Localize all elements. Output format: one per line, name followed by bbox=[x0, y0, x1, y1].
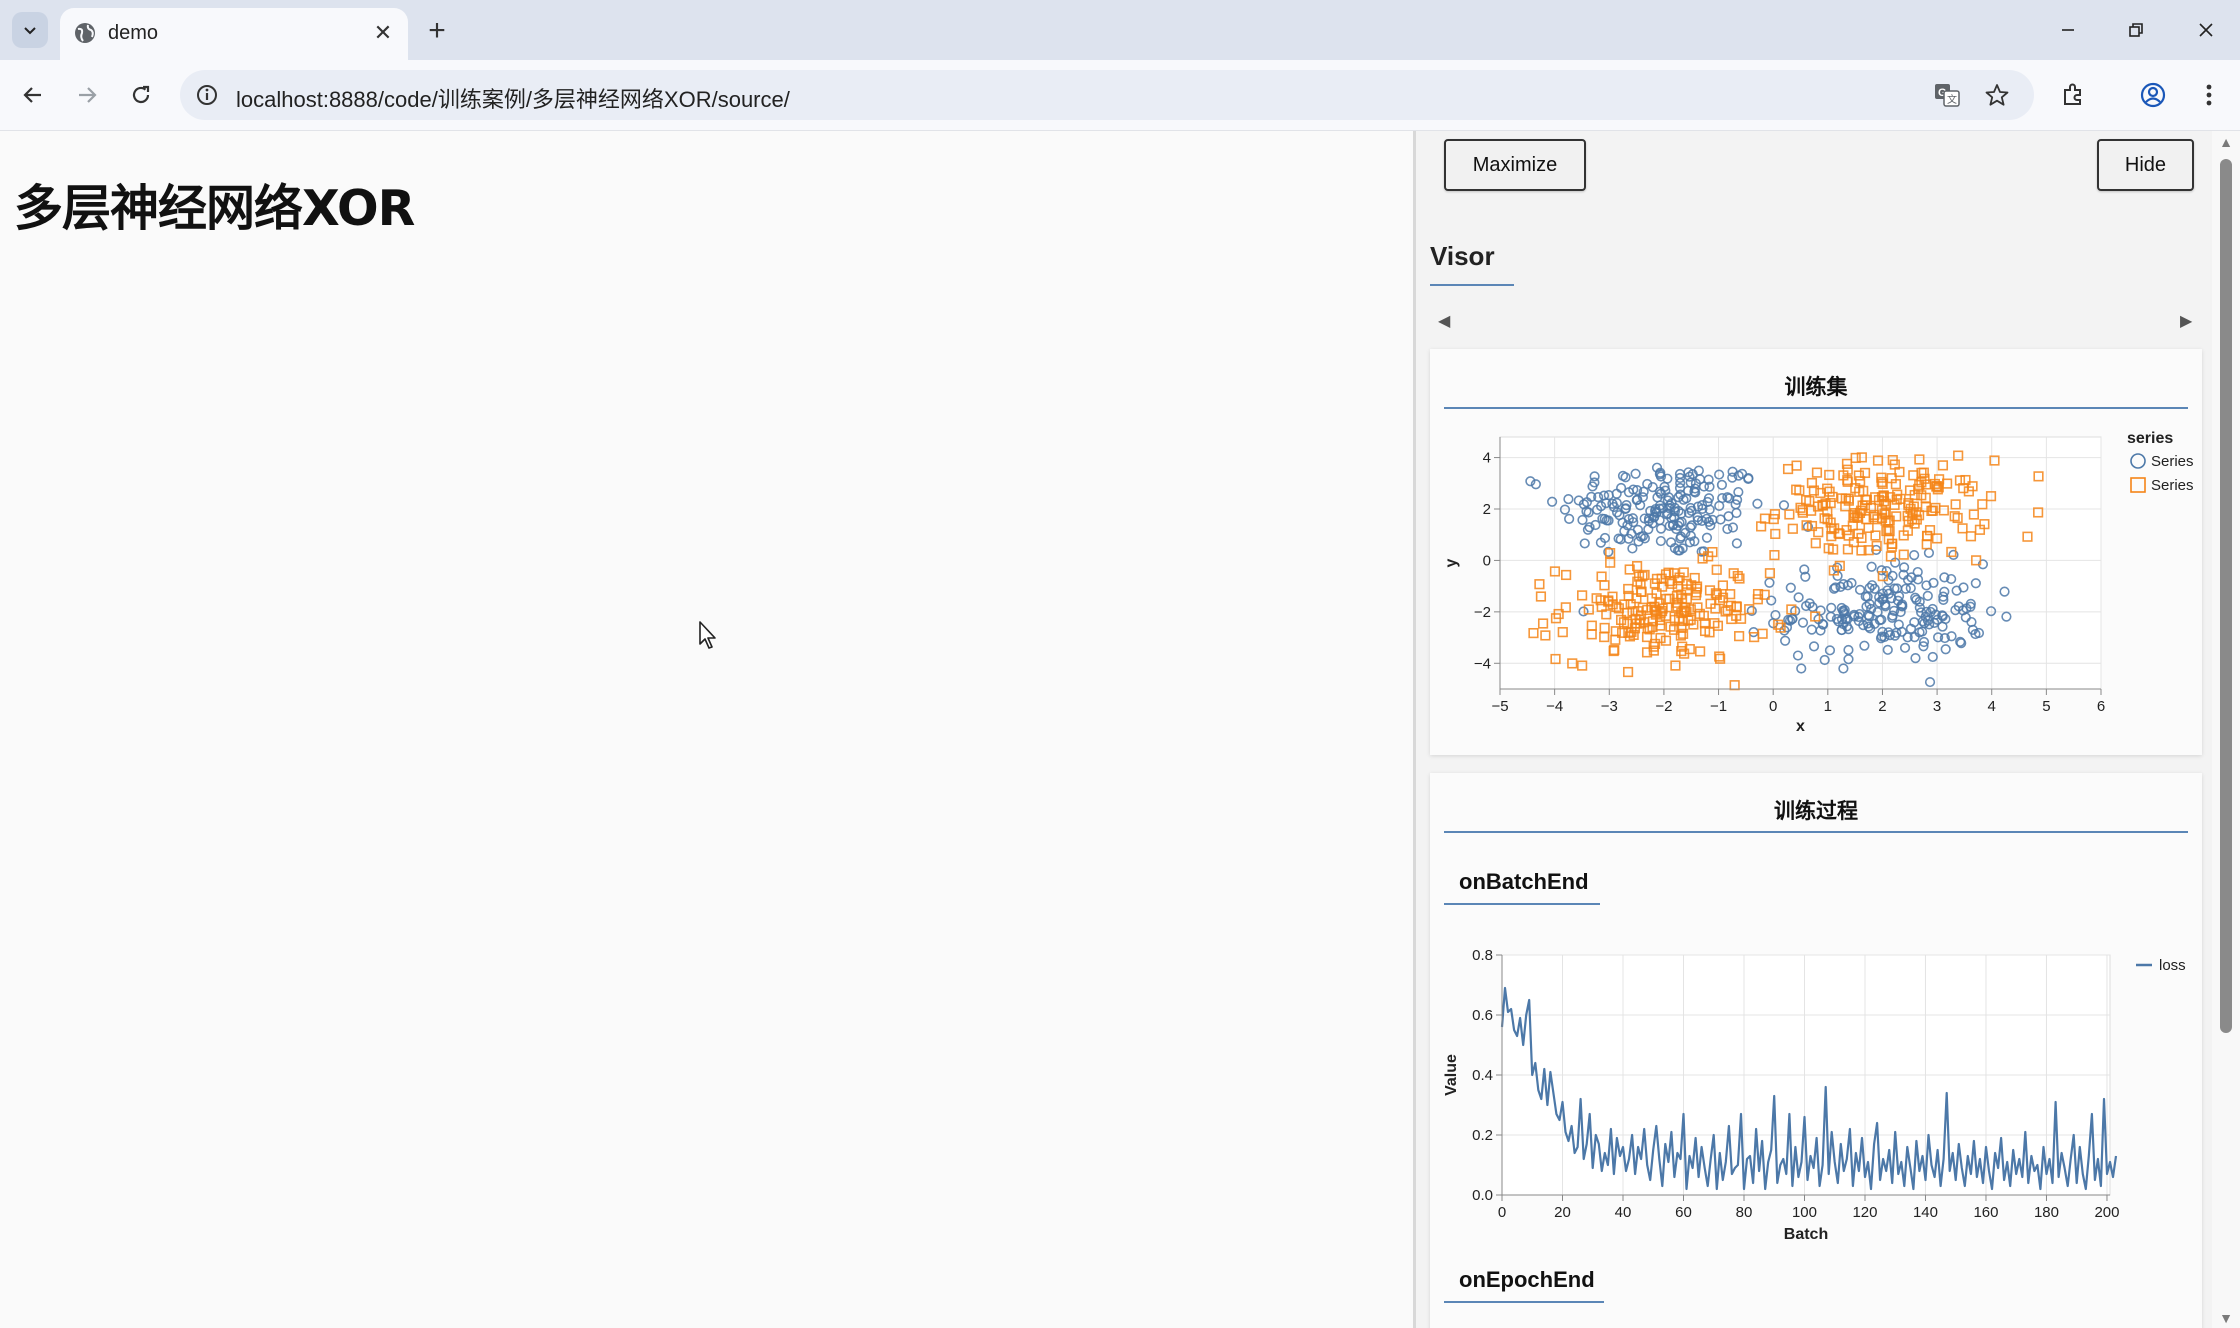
legend-title: series bbox=[2127, 430, 2173, 447]
tab-scroll-right-icon[interactable]: ▶ bbox=[2180, 311, 2192, 331]
x-tick-label: 6 bbox=[2097, 698, 2105, 715]
x-tick-label: 0 bbox=[1498, 1204, 1506, 1221]
scrollbar-thumb[interactable] bbox=[2220, 159, 2232, 1033]
extensions-icon[interactable] bbox=[2054, 76, 2092, 114]
browser-tab-demo[interactable]: demo ✕ bbox=[60, 8, 408, 60]
legend-symbol-square bbox=[2130, 477, 2146, 493]
url-text[interactable]: localhost:8888/code/训练案例/多层神经网络XOR/sourc… bbox=[236, 82, 790, 114]
page-content: 多层神经网络XOR bbox=[0, 131, 1412, 1328]
onbatchend-label: onBatchEnd bbox=[1459, 869, 1589, 894]
x-tick-label: 20 bbox=[1554, 1204, 1571, 1221]
translate-icon[interactable]: G文 bbox=[1932, 80, 1962, 110]
hide-button[interactable]: Hide bbox=[2097, 139, 2194, 191]
page-scrollbar[interactable]: ▲ ▼ bbox=[2212, 131, 2240, 1328]
legend-symbol-circle bbox=[2130, 453, 2146, 469]
close-window-button[interactable] bbox=[2178, 10, 2234, 50]
legend-label: Series bbox=[2151, 453, 2194, 470]
visor-tab-name[interactable]: Visor bbox=[1430, 241, 1495, 272]
x-tick-label: −3 bbox=[1601, 698, 1618, 715]
onepochend-label: onEpochEnd bbox=[1459, 1267, 1595, 1292]
y-axis-title: y bbox=[1443, 558, 1460, 567]
x-tick-label: 120 bbox=[1852, 1204, 1877, 1221]
scroll-up-icon[interactable]: ▲ bbox=[2218, 135, 2234, 149]
y-tick-label: −2 bbox=[1474, 604, 1491, 621]
arrow-left-icon bbox=[23, 87, 41, 103]
x-tick-label: 0 bbox=[1769, 698, 1777, 715]
x-tick-label: 5 bbox=[2042, 698, 2050, 715]
bookmark-star-icon[interactable] bbox=[1982, 80, 2012, 110]
profile-avatar-icon[interactable] bbox=[2134, 76, 2172, 114]
browser-toolbar: localhost:8888/code/训练案例/多层神经网络XOR/sourc… bbox=[0, 60, 2240, 131]
y-tick-label: 4 bbox=[1483, 450, 1491, 467]
reload-icon bbox=[132, 85, 150, 104]
browser-menu-icon[interactable] bbox=[2190, 76, 2228, 114]
x-axis-title: Batch bbox=[1784, 1226, 1828, 1243]
x-tick-label: 80 bbox=[1736, 1204, 1753, 1221]
y-tick-label: 0.4 bbox=[1472, 1067, 1493, 1084]
visor-panel: Maximize Hide Visor ◀ ▶ 训练集 −5 −4 −3 −2 −1 0 1… bbox=[1413, 131, 2214, 1328]
x-tick-label: 40 bbox=[1615, 1204, 1632, 1221]
info-icon[interactable] bbox=[194, 82, 220, 108]
arrow-right-icon bbox=[79, 87, 97, 103]
mouse-cursor-icon bbox=[699, 621, 716, 649]
y-tick-label: 0.8 bbox=[1472, 947, 1493, 964]
onepochend-underline bbox=[1444, 1301, 1604, 1303]
forward-button[interactable] bbox=[68, 76, 106, 114]
surface-training-set: 训练集 −5 −4 −3 −2 −1 0 1 2 3 4 5 6 −4 −2 0 2 4 x y series Seri… bbox=[1430, 349, 2202, 755]
address-bar[interactable]: localhost:8888/code/训练案例/多层神经网络XOR/sourc… bbox=[180, 70, 2034, 120]
x-tick-label: −5 bbox=[1491, 698, 1508, 715]
y-tick-label: 0 bbox=[1483, 552, 1491, 569]
browser-tab-bar: demo ✕ + bbox=[0, 0, 2240, 60]
back-button[interactable] bbox=[14, 76, 52, 114]
y-tick-label: 0.2 bbox=[1472, 1127, 1493, 1144]
x-tick-label: 200 bbox=[2094, 1204, 2119, 1221]
x-axis-title: x bbox=[1796, 718, 1805, 735]
x-tick-label: 160 bbox=[1973, 1204, 1998, 1221]
y-tick-label: 0.0 bbox=[1472, 1187, 1493, 1204]
minimize-icon bbox=[2062, 29, 2074, 31]
surface-training-process: 训练过程 onBatchEnd 0 20 40 60 80 100 120 140 160 180… bbox=[1430, 773, 2202, 1328]
surface-title-underline bbox=[1444, 831, 2188, 833]
x-tick-label: 2 bbox=[1878, 698, 1886, 715]
surface-title: 训练过程 bbox=[1774, 800, 1858, 823]
y-tick-label: 2 bbox=[1483, 501, 1491, 518]
tab-search-dropdown-button[interactable] bbox=[12, 12, 48, 48]
loss-line-chart: 0 20 40 60 80 100 120 140 160 180 200 0.0 0.2 0.4 0.6 0… bbox=[1443, 947, 2186, 1243]
x-tick-label: 180 bbox=[2034, 1204, 2059, 1221]
legend-label: Series bbox=[2151, 477, 2194, 494]
x-tick-label: 60 bbox=[1675, 1204, 1692, 1221]
svg-text:文: 文 bbox=[1947, 93, 1957, 106]
globe-icon bbox=[75, 23, 95, 43]
x-tick-label: 1 bbox=[1824, 698, 1832, 715]
tab-close-icon[interactable]: ✕ bbox=[370, 20, 396, 46]
x-tick-label: 3 bbox=[1933, 698, 1941, 715]
x-tick-label: 4 bbox=[1988, 698, 1996, 715]
maximize-button[interactable]: Maximize bbox=[1444, 139, 1586, 191]
page-title: 多层神经网络XOR bbox=[14, 180, 415, 237]
visor-tab-underline bbox=[1430, 284, 1514, 286]
close-icon bbox=[2199, 23, 2213, 37]
restore-window-button[interactable] bbox=[2108, 10, 2164, 50]
minimize-window-button[interactable] bbox=[2040, 10, 2096, 50]
x-tick-label: −4 bbox=[1546, 698, 1563, 715]
legend-label: loss bbox=[2159, 957, 2186, 974]
tab-scroll-left-icon[interactable]: ◀ bbox=[1438, 311, 1450, 331]
new-tab-button[interactable]: + bbox=[420, 14, 454, 48]
tab-title: demo bbox=[108, 22, 159, 44]
x-tick-label: 140 bbox=[1913, 1204, 1938, 1221]
y-tick-label: 0.6 bbox=[1472, 1007, 1493, 1024]
reload-button[interactable] bbox=[122, 76, 160, 114]
x-tick-label: −2 bbox=[1655, 698, 1672, 715]
x-tick-label: 100 bbox=[1792, 1204, 1817, 1221]
scatter-chart: −5 −4 −3 −2 −1 0 1 2 3 4 5 6 −4 −2 0 2 4 x y series Series Se… bbox=[1443, 430, 2194, 735]
y-tick-label: −4 bbox=[1474, 655, 1491, 672]
scroll-down-icon[interactable]: ▼ bbox=[2218, 1311, 2234, 1325]
chevron-down-icon bbox=[24, 27, 36, 35]
x-tick-label: −1 bbox=[1710, 698, 1727, 715]
onbatchend-underline bbox=[1444, 903, 1600, 905]
y-axis-title: Value bbox=[1443, 1054, 1460, 1096]
restore-icon bbox=[2129, 23, 2143, 37]
